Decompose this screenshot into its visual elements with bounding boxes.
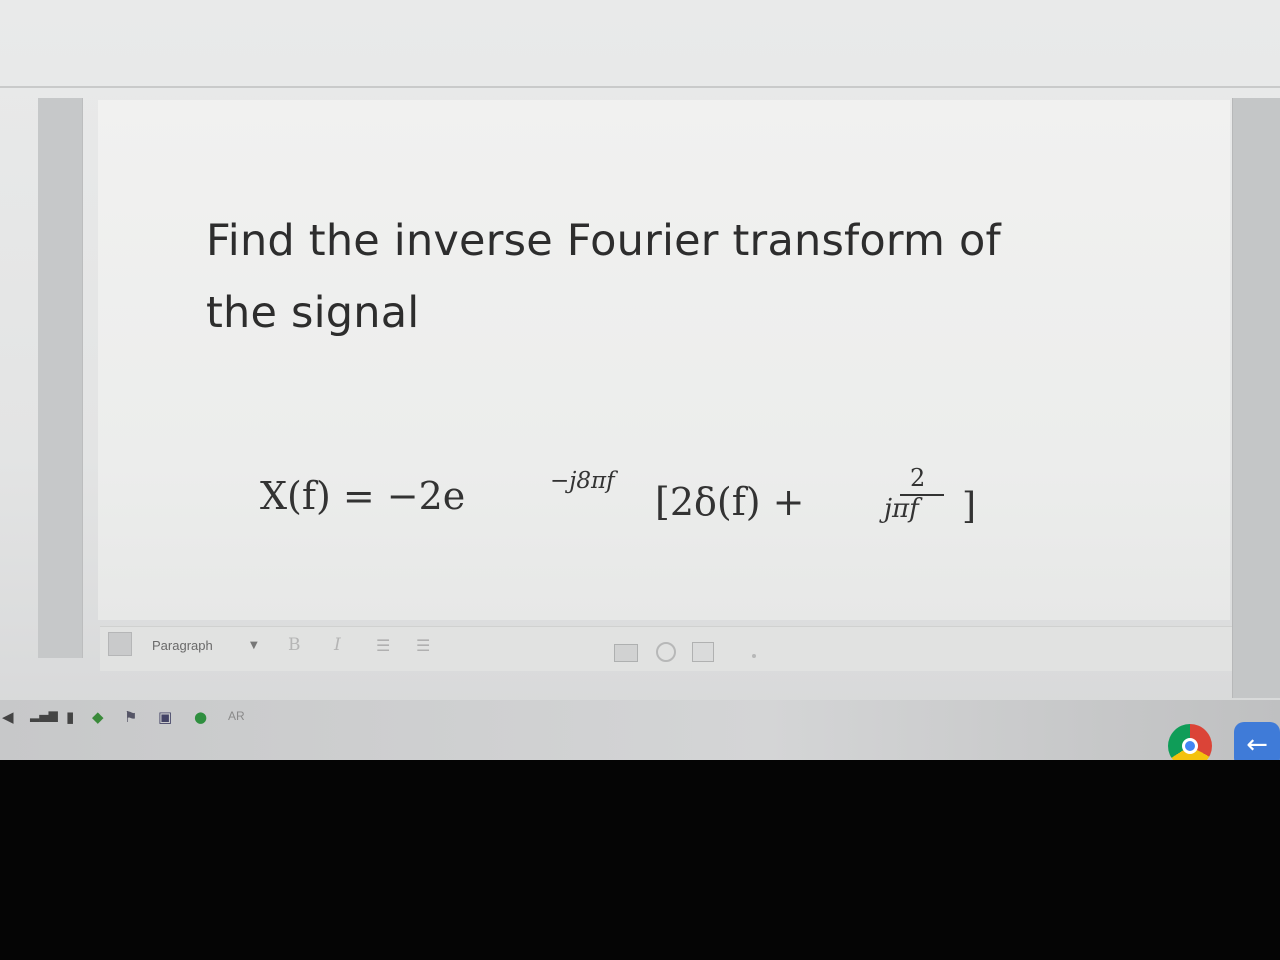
question-line-1: Find the inverse Fourier transform of [206, 216, 1001, 266]
fraction-denominator: jπf [884, 494, 919, 524]
chevron-down-icon[interactable]: ▼ [250, 640, 258, 651]
numbered-list-icon[interactable]: ☰ [416, 636, 430, 655]
right-scroll-panel [1232, 98, 1280, 698]
italic-button[interactable]: I [334, 635, 341, 655]
fraction-numerator: 2 [910, 464, 926, 492]
bullet-list-icon[interactable]: ☰ [376, 636, 390, 655]
bold-button[interactable]: B [288, 635, 301, 655]
taskbar [0, 700, 1280, 760]
battery-icon[interactable]: ▮ [66, 708, 74, 726]
formula-close-bracket: ] [962, 486, 977, 527]
format-select[interactable]: Paragraph [152, 638, 213, 653]
question-line-2: the signal [206, 288, 420, 338]
flag-icon[interactable]: ⚑ [124, 708, 137, 726]
toolbar-toggle-icon[interactable] [108, 632, 132, 656]
emoji-icon[interactable] [656, 642, 676, 662]
formula-fraction: 2 jπf [880, 464, 944, 554]
formula-bracket: [2δ(f) + [655, 480, 805, 524]
left-scroll-panel [38, 98, 83, 658]
question-text: Find the inverse Fourier transform of th… [206, 205, 1106, 349]
page-divider [0, 86, 1280, 88]
network-icon[interactable]: ◆ [92, 708, 104, 726]
signal-icon[interactable]: ▂▄▆ [30, 708, 58, 722]
volume-icon[interactable]: ◀ [2, 708, 14, 726]
image-icon[interactable] [614, 644, 638, 662]
media-icon[interactable] [692, 642, 714, 662]
google-icon[interactable]: ● [194, 708, 207, 726]
monitor-bezel [0, 760, 1280, 960]
formula-lhs: X(f) = −2e [260, 474, 466, 518]
language-indicator[interactable]: AR [228, 709, 245, 723]
monitor-icon[interactable]: ▣ [158, 708, 172, 726]
more-icon[interactable] [752, 654, 756, 658]
formula-exponent: −j8πf [550, 468, 615, 494]
